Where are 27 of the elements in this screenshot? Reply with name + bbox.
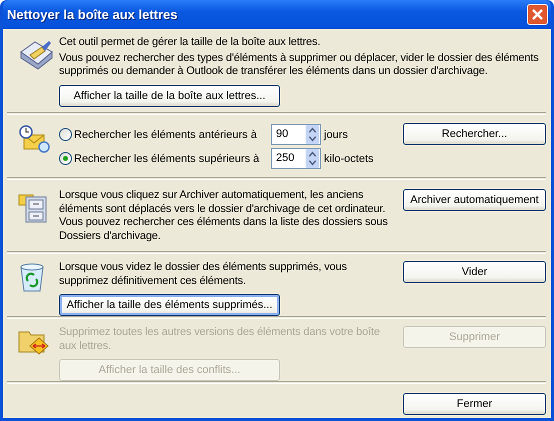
option-label: Rechercher les éléments supérieurs à bbox=[74, 152, 260, 164]
autoarchive-button[interactable]: Archiver automatiquement bbox=[403, 189, 546, 211]
close-dialog-button[interactable]: Fermer bbox=[403, 393, 546, 415]
size-button[interactable]: Afficher la taille des éléments supprimés... bbox=[59, 294, 280, 316]
description-text: Lorsque vous cliquez sur Archiver automatiquement, les anciens éléments sont déplacés vers le dossier d'archivage de cet ordinateur. Vous pouvez rechercher ces éléments dans la liste des dossiers sous Dossiers d'archivage. bbox=[59, 189, 389, 243]
description-text: Vous pouvez rechercher des types d'éléments à supprimer ou déplacer, vider le dossier des éléments supprimés ou demander à Outlook de transférer les éléments dans un dossier d'archivage. bbox=[59, 52, 540, 78]
spin-arrows-icon bbox=[305, 149, 320, 168]
recycle-bin-icon bbox=[18, 263, 46, 293]
close-icon bbox=[531, 8, 544, 21]
radio-button[interactable] bbox=[59, 152, 72, 165]
empty-button[interactable]: Vider bbox=[403, 261, 546, 283]
option-label: Rechercher les éléments antérieurs à bbox=[74, 128, 258, 140]
close-button[interactable] bbox=[527, 4, 548, 25]
window-title: Nettoyer la boîte aux lettres bbox=[7, 7, 178, 22]
clock-envelope-icon bbox=[18, 125, 52, 155]
broom-box-icon bbox=[18, 38, 54, 70]
spin-arrows-icon bbox=[305, 125, 320, 144]
unit-label: kilo-octets bbox=[324, 152, 374, 164]
description-text: Supprimez toutes les autres versions des éléments dans votre boîte aux lettres. bbox=[59, 326, 381, 353]
number-spinner[interactable]: 250 bbox=[271, 148, 321, 169]
unit-label: jours bbox=[324, 128, 348, 140]
mailbox-size-button[interactable]: Afficher la taille de la boîte aux lettres... bbox=[59, 84, 280, 106]
description-text: Cet outil permet de gérer la taille de la boîte aux lettres. bbox=[59, 36, 320, 50]
number-spinner[interactable]: 90 bbox=[271, 124, 321, 145]
radio-button[interactable] bbox=[59, 128, 72, 141]
description-text: Lorsque vous videz le dossier des éléments supprimés, vous supprimez définitivement ces éléments. bbox=[59, 261, 348, 288]
search-button[interactable]: Rechercher... bbox=[403, 123, 546, 145]
